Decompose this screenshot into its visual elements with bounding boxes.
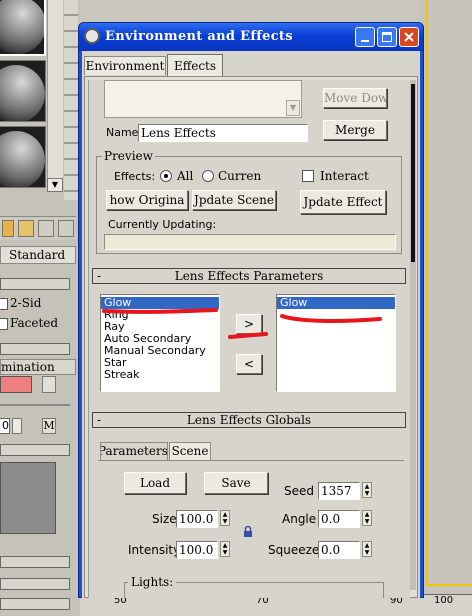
name-label: Name: [106, 126, 143, 139]
opacity-field[interactable]: 0 [0, 418, 10, 434]
add-effect-button[interactable]: > [236, 314, 262, 334]
all-label: All [177, 169, 194, 183]
material-sphere-slot[interactable] [0, 126, 46, 188]
self-illumination-label: mination [0, 359, 76, 375]
toolbar-icon-strip[interactable] [64, 0, 78, 200]
tab-effects[interactable]: Effects [167, 54, 223, 76]
save-button[interactable]: Save [204, 472, 268, 494]
faceted-label: Faceted [10, 316, 59, 330]
illumination-map-button[interactable] [42, 376, 56, 393]
opacity-spinner[interactable] [12, 418, 22, 434]
angle-spinner[interactable]: ▲ ▼ [362, 510, 372, 526]
effects-radio-label: Effects: [114, 170, 156, 183]
tool-icon[interactable] [18, 220, 34, 237]
shader-type-label[interactable]: Standard [0, 246, 76, 264]
viewport-border [426, 584, 472, 586]
squeeze-spinner[interactable]: ▲ ▼ [362, 541, 372, 557]
rollout-title: Lens Effects Globals [186, 413, 312, 427]
material-sphere-slot[interactable] [0, 0, 46, 56]
close-button[interactable] [399, 27, 419, 47]
minimize-button[interactable] [355, 27, 375, 47]
lock-icon[interactable] [242, 525, 254, 538]
lights-group-label: Lights: [128, 575, 177, 589]
tool-icon[interactable] [38, 220, 54, 237]
interactive-label: Interact [320, 169, 369, 183]
available-effects-list[interactable]: Glow Ring Ray Auto Secondary Manual Seco… [100, 294, 220, 392]
checkbox-icon [302, 170, 314, 182]
collapse-minus-icon: - [97, 269, 102, 283]
remove-effect-button[interactable]: < [236, 354, 262, 374]
intensity-spinner[interactable]: ▲ ▼ [220, 541, 230, 557]
size-spinner[interactable]: ▲ ▼ [220, 510, 230, 526]
list-item[interactable]: Streak [101, 369, 219, 381]
load-button[interactable]: Load [124, 472, 186, 494]
angle-field[interactable]: 0.0 [318, 510, 360, 528]
panel-scroll-thumb[interactable] [411, 84, 415, 262]
bg-rollout-bar[interactable] [0, 444, 70, 456]
collapse-minus-icon: - [97, 413, 102, 427]
squeeze-field[interactable]: 0.0 [318, 541, 360, 559]
seed-spinner[interactable]: ▲ ▼ [362, 482, 372, 498]
viewport-border [426, 0, 428, 586]
max-app-icon [84, 28, 100, 44]
size-field[interactable]: 100.0 [176, 510, 218, 528]
current-label: Curren [218, 169, 262, 183]
update-effect-button[interactable]: Jpdate Effect [300, 190, 386, 214]
maximize-button[interactable] [377, 27, 397, 47]
bg-rollout-bar[interactable] [0, 598, 70, 610]
radio-unchecked-icon [202, 170, 214, 182]
effects-list[interactable] [104, 80, 302, 118]
current-radio[interactable]: Curren [202, 169, 272, 184]
size-label: Size [152, 512, 177, 526]
tool-icon[interactable] [58, 220, 74, 237]
seed-field[interactable]: 1357 [318, 482, 360, 500]
show-original-button[interactable]: how Origina [106, 190, 188, 210]
all-radio[interactable]: All [160, 169, 200, 184]
illumination-color-swatch[interactable] [0, 376, 32, 393]
effect-name-field[interactable]: Lens Effects [138, 124, 308, 142]
list-item[interactable]: Glow [277, 297, 395, 309]
tab-parameters[interactable]: Parameters [100, 442, 168, 460]
intensity-field[interactable]: 100.0 [176, 541, 218, 559]
material-preview-swatch [0, 462, 56, 534]
active-effects-list[interactable]: Glow [276, 294, 396, 392]
seed-label: Seed [284, 484, 314, 498]
material-tools-row [0, 216, 76, 240]
title-bar[interactable]: Environment and Effects [79, 23, 423, 51]
material-sphere-slot[interactable] [0, 60, 46, 122]
faceted-checkbox[interactable]: Faceted [0, 316, 80, 332]
two-sided-label: 2-Sid [10, 296, 42, 310]
intensity-label: Intensity [128, 543, 181, 557]
scroll-down-arrow[interactable]: ▼ [47, 178, 63, 192]
update-scene-button[interactable]: Jpdate Scene [192, 190, 276, 210]
radio-checked-icon [160, 170, 172, 182]
preview-group-label: Preview [102, 149, 155, 163]
rollout-title: Lens Effects Parameters [174, 269, 324, 283]
interactive-checkbox[interactable]: Interact [302, 169, 392, 184]
tab-scene[interactable]: Scene [169, 442, 211, 460]
squeeze-label: Squeeze [268, 543, 320, 557]
bg-rollout-bar[interactable] [0, 556, 70, 568]
lens-effects-parameters-rollout[interactable]: - Lens Effects Parameters [92, 268, 406, 284]
update-progress-bar [104, 234, 396, 250]
bg-rollout-bar[interactable] [0, 404, 70, 406]
opacity-map-button[interactable]: M [42, 418, 56, 434]
two-sided-checkbox[interactable]: 2-Sid [0, 296, 80, 312]
slots-scrollbar[interactable] [47, 0, 63, 192]
lens-effects-globals-rollout[interactable]: - Lens Effects Globals [92, 412, 406, 428]
ruler-label: 100 [434, 595, 454, 606]
merge-button[interactable]: Merge [323, 120, 387, 140]
bg-rollout-bar[interactable] [0, 278, 70, 290]
effects-list-scroll-down[interactable]: ▼ [286, 100, 300, 116]
close-icon [404, 32, 414, 42]
currently-updating-label: Currently Updating: [108, 218, 217, 231]
move-down-button[interactable]: Move Down [323, 88, 387, 108]
tab-environment[interactable]: Environment [84, 56, 166, 75]
bg-rollout-bar[interactable] [0, 343, 70, 355]
angle-label: Angle [282, 512, 317, 526]
window-title: Environment and Effects [105, 29, 293, 44]
tool-icon[interactable] [2, 220, 14, 237]
bg-rollout-bar[interactable] [0, 578, 70, 590]
